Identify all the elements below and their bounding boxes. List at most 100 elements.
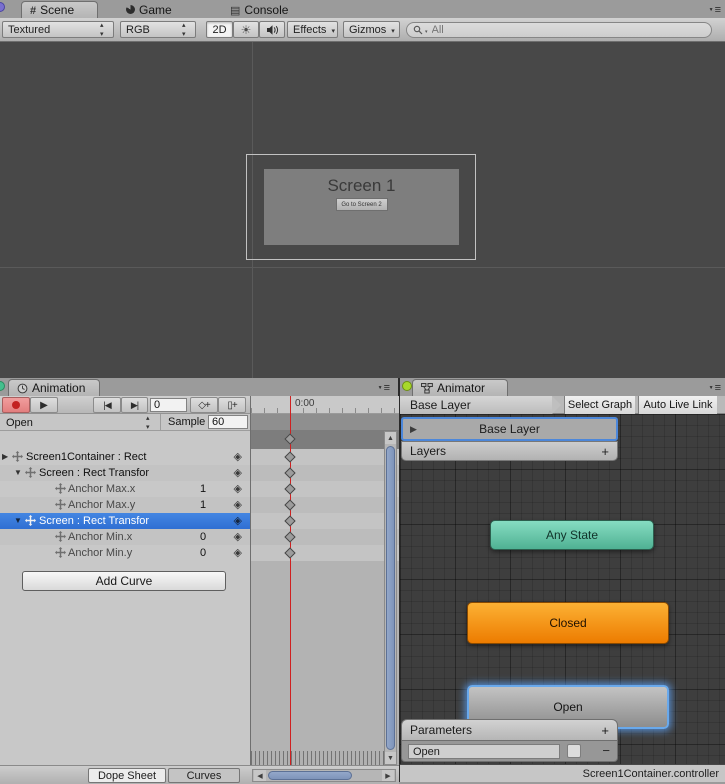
breadcrumb-base-layer[interactable]: Base Layer bbox=[400, 396, 552, 414]
timeline-rows bbox=[251, 449, 399, 561]
scene-toolbar: Textured RGB 2D Effects Gizmos bbox=[0, 18, 725, 42]
remove-parameter-button[interactable]: − bbox=[602, 743, 610, 758]
chevron-down-icon bbox=[326, 24, 335, 36]
property-label: Screen : Rect Transfor bbox=[39, 513, 149, 529]
tab-game[interactable]: Game bbox=[118, 1, 180, 18]
parameter-name-input[interactable] bbox=[408, 744, 560, 759]
clip-dropdown[interactable]: Open bbox=[0, 414, 161, 431]
rect-transform-icon bbox=[25, 515, 37, 527]
play-triangle-icon bbox=[410, 424, 417, 435]
property-row[interactable]: Screen1Container : Rect bbox=[0, 449, 250, 465]
sample-rate-input[interactable] bbox=[208, 415, 248, 429]
animation-property-list: Screen1Container : Rect Screen : Rect Tr… bbox=[0, 449, 250, 561]
pane-menu-icon[interactable] bbox=[703, 4, 721, 16]
scene-viewport[interactable]: Screen 1 Go to Screen 2 bbox=[0, 42, 725, 378]
timeline-summary-row bbox=[251, 430, 399, 449]
foldout-icon[interactable] bbox=[14, 465, 24, 481]
add-parameter-button[interactable]: + bbox=[601, 723, 609, 738]
screen1-panel[interactable]: Screen 1 Go to Screen 2 bbox=[264, 169, 459, 245]
curves-tab[interactable]: Curves bbox=[168, 768, 240, 783]
foldout-icon[interactable] bbox=[2, 449, 12, 465]
property-row[interactable]: Anchor Max.x 1 bbox=[0, 481, 250, 497]
tab-console-label: Console bbox=[244, 3, 288, 17]
add-event-button[interactable] bbox=[218, 397, 246, 413]
gizmos-dropdown[interactable]: Gizmos bbox=[343, 21, 400, 38]
scene-search-field[interactable] bbox=[406, 22, 712, 38]
tab-console[interactable]: Console bbox=[222, 1, 296, 18]
dope-sheet-timeline[interactable]: 0:00 bbox=[250, 396, 399, 765]
state-node-any-state[interactable]: Any State bbox=[490, 520, 654, 550]
shading-mode-dropdown[interactable]: Textured bbox=[2, 21, 114, 38]
go-to-screen2-button[interactable]: Go to Screen 2 bbox=[336, 198, 388, 211]
layers-header-label: Layers bbox=[410, 444, 446, 458]
tab-animator[interactable]: Animator bbox=[412, 379, 508, 396]
foldout-icon[interactable] bbox=[14, 513, 24, 529]
record-button[interactable] bbox=[2, 397, 30, 413]
property-row[interactable]: Anchor Min.x 0 bbox=[0, 529, 250, 545]
layers-header[interactable]: Layers + bbox=[401, 441, 618, 461]
rect-transform-icon bbox=[55, 547, 67, 559]
effects-dropdown[interactable]: Effects bbox=[287, 21, 338, 38]
scene-audio-button[interactable] bbox=[259, 21, 285, 38]
scroll-up-arrow[interactable]: ▲ bbox=[385, 432, 396, 444]
keyframe-menu-icon[interactable] bbox=[234, 513, 242, 529]
layer-item-base-layer[interactable]: Base Layer bbox=[401, 417, 618, 441]
sample-label: Sample bbox=[168, 416, 205, 428]
state-node-closed[interactable]: Closed bbox=[467, 602, 669, 644]
dope-sheet-tab[interactable]: Dope Sheet bbox=[88, 768, 166, 783]
add-keyframe-button[interactable] bbox=[190, 397, 218, 413]
horizontal-scrollbar[interactable]: ◀ ▶ bbox=[252, 769, 396, 782]
select-graph-button[interactable]: Select Graph bbox=[564, 396, 635, 414]
pane-menu-icon[interactable] bbox=[703, 382, 721, 394]
auto-live-link-button[interactable]: Auto Live Link bbox=[638, 396, 717, 414]
tab-animation-label: Animation bbox=[32, 381, 85, 395]
mode-2d-toggle[interactable]: 2D bbox=[206, 21, 233, 38]
dropdown-arrows-icon bbox=[182, 24, 190, 36]
scroll-left-arrow[interactable]: ◀ bbox=[254, 770, 266, 781]
go-to-end-button[interactable] bbox=[121, 397, 148, 413]
rect-transform-icon bbox=[25, 467, 37, 479]
tab-scene-label: Scene bbox=[40, 3, 74, 17]
keyframe-menu-icon[interactable] bbox=[234, 497, 242, 513]
parameters-header-label: Parameters bbox=[410, 723, 472, 737]
render-channels-dropdown[interactable]: RGB bbox=[120, 21, 196, 38]
pane-menu-icon[interactable] bbox=[372, 382, 390, 394]
scroll-right-arrow[interactable]: ▶ bbox=[382, 770, 394, 781]
scene-lighting-button[interactable] bbox=[233, 21, 259, 38]
animation-panel: Animation Open Sample Screen1Container :… bbox=[0, 378, 399, 782]
current-frame-input[interactable] bbox=[150, 398, 187, 412]
parameters-header[interactable]: Parameters + bbox=[401, 719, 618, 741]
time-ruler[interactable]: 0:00 bbox=[251, 396, 399, 414]
timeline-tick-comb bbox=[251, 751, 399, 765]
rect-transform-icon bbox=[12, 451, 24, 463]
keyframe-menu-icon[interactable] bbox=[234, 545, 242, 561]
play-button[interactable] bbox=[30, 397, 58, 413]
layer-item-label: Base Layer bbox=[479, 422, 540, 436]
property-row[interactable]: Screen : Rect Transfor bbox=[0, 465, 250, 481]
tab-scene[interactable]: Scene bbox=[21, 1, 98, 18]
property-row-selected[interactable]: Screen : Rect Transfor bbox=[0, 513, 250, 529]
property-row[interactable]: Anchor Max.y 1 bbox=[0, 497, 250, 513]
add-curve-button[interactable]: Add Curve bbox=[22, 571, 226, 591]
render-channels-label: RGB bbox=[126, 24, 150, 36]
vertical-scrollbar-thumb[interactable] bbox=[386, 446, 395, 750]
property-row[interactable]: Anchor Min.y 0 bbox=[0, 545, 250, 561]
search-input[interactable] bbox=[430, 23, 705, 37]
search-filter-arrow-icon[interactable] bbox=[425, 24, 428, 36]
parameter-bool-checkbox[interactable] bbox=[567, 744, 581, 758]
scroll-down-arrow[interactable]: ▼ bbox=[385, 752, 396, 764]
keyframe-menu-icon[interactable] bbox=[234, 465, 242, 481]
animator-tabstrip: Animator bbox=[400, 378, 725, 396]
keyframe-menu-icon[interactable] bbox=[234, 481, 242, 497]
horizontal-scrollbar-thumb[interactable] bbox=[268, 771, 352, 780]
vertical-scrollbar[interactable]: ▲ ▼ bbox=[384, 431, 397, 765]
console-icon bbox=[230, 3, 240, 17]
record-icon bbox=[12, 401, 20, 409]
keyframe-menu-icon[interactable] bbox=[234, 529, 242, 545]
add-layer-button[interactable]: + bbox=[601, 444, 609, 459]
go-to-start-button[interactable] bbox=[93, 397, 121, 413]
mode-2d-label: 2D bbox=[212, 24, 226, 36]
state-machine-graph[interactable]: Base Layer Layers + Any State Closed Ope… bbox=[400, 414, 725, 766]
tab-animation[interactable]: Animation bbox=[8, 379, 100, 396]
keyframe-menu-icon[interactable] bbox=[234, 449, 242, 465]
